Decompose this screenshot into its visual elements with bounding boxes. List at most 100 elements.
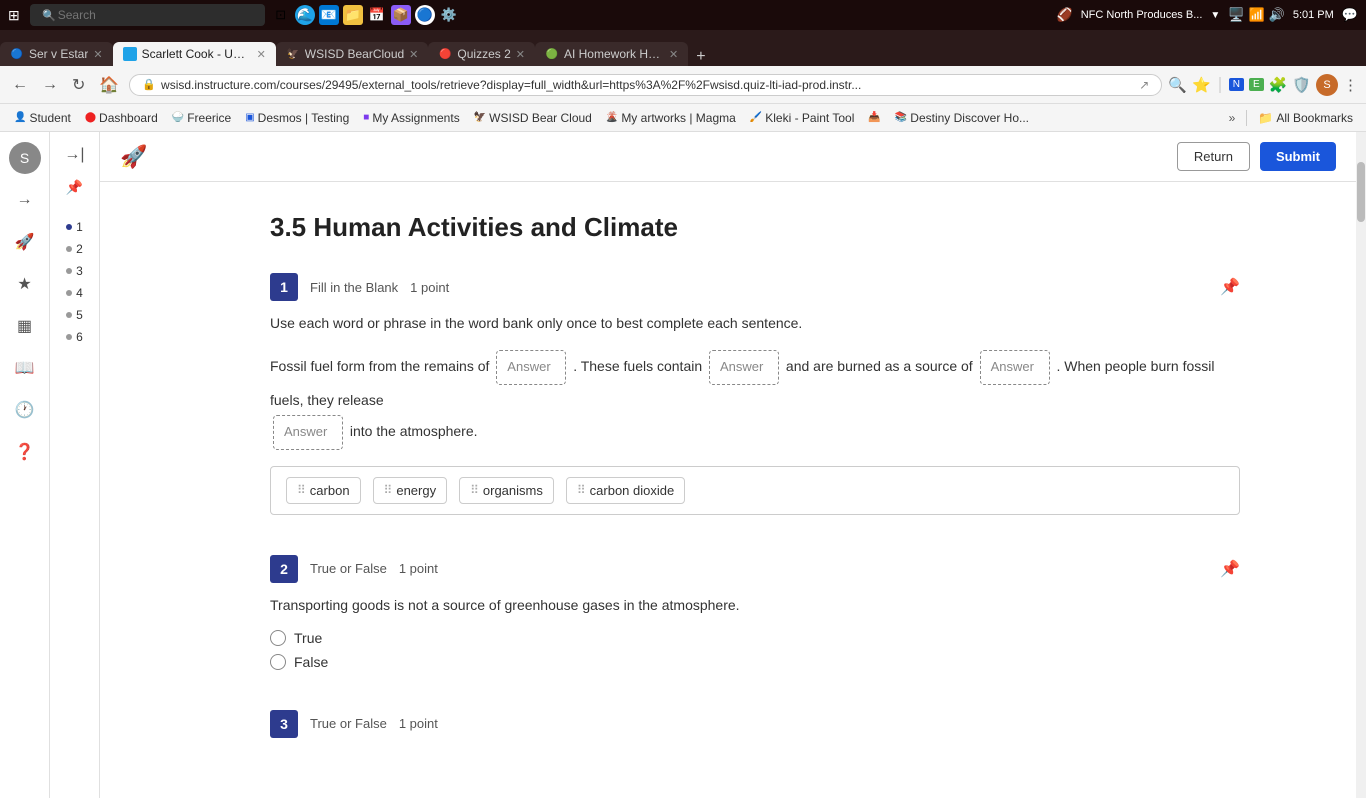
return-button[interactable]: Return [1177,142,1250,171]
nav-collapse-toggle[interactable]: →| [60,142,90,167]
new-tab-button[interactable]: + [688,48,713,66]
taskbar-system-icons: 🖥️📶🔊 [1228,7,1285,23]
q-nav-1[interactable]: 1 [62,218,87,236]
bm-dashboard-icon: ⬤ [85,112,96,123]
bm-destiny2[interactable]: 📚 Destiny Discover Ho... [889,109,1035,127]
bookmarks-more-button[interactable]: » [1224,109,1241,127]
url-box[interactable]: 🔒 wsisd.instructure.com/courses/29495/ex… [129,74,1162,96]
outlook-icon[interactable]: 📧 [319,5,339,25]
bm-student[interactable]: 👤 Student [8,109,77,127]
blank-4[interactable]: Answer [273,415,343,450]
sidebar-icon-help[interactable]: ❓ [9,436,41,468]
chevron-down-icon[interactable]: ▼ [1210,10,1220,21]
q2-radio-false[interactable] [270,654,286,670]
tab4-close[interactable]: ✕ [516,48,525,61]
q2-option-true[interactable]: True [270,630,1240,646]
tab-quizzes2[interactable]: 🔴 Quizzes 2 ✕ [428,42,535,66]
lock-icon: 🔒 [142,78,156,91]
tab3-close[interactable]: ✕ [409,48,418,61]
calendar-icon[interactable]: 📅 [367,5,387,25]
taskbar-search-input[interactable] [30,4,265,26]
sidebar-icon-star[interactable]: ★ [9,268,41,300]
bookmark-star-icon[interactable]: ⭐ [1192,76,1211,94]
sidebar-icon-clock[interactable]: 🕐 [9,394,41,426]
bm-bearcloud[interactable]: 🦅 WSISD Bear Cloud [468,109,598,127]
q1-pin-icon[interactable]: 📌 [1220,277,1240,297]
notification-icon[interactable]: 💬 [1342,7,1358,23]
bm-magma[interactable]: 🌋 My artworks | Magma [600,109,742,127]
nav-pin-icon[interactable]: 📌 [60,175,90,200]
taskbar-app-icons: ⊡ 🌊 📧 📁 📅 📦 🔵 ⚙️ [271,5,459,25]
tab1-label: Ser v Estar [29,47,88,61]
shield-icon[interactable]: 🛡️ [1292,76,1311,94]
sidebar-icon-rocket[interactable]: 🚀 [9,226,41,258]
edge-icon[interactable]: 🌊 [295,5,315,25]
tab-wsisd-bearcloud[interactable]: 🦅 WSISD BearCloud ✕ [276,42,429,66]
question-3-header: 3 True or False 1 point [270,710,1240,738]
forward-button[interactable]: → [38,74,62,96]
q2-number: 2 [280,561,288,577]
q-nav-5[interactable]: 5 [62,306,87,324]
bm-magma-label: My artworks | Magma [621,111,735,125]
q-dot-5 [66,312,72,318]
q-num-label-4: 4 [76,286,83,300]
all-bookmarks-button[interactable]: 📁 All Bookmarks [1253,109,1358,127]
purple-icon[interactable]: 📦 [391,5,411,25]
blank-3[interactable]: Answer [980,350,1050,385]
n-icon: N [1229,78,1244,91]
profile-avatar[interactable]: S [1316,74,1338,96]
tab-ser-v-estar[interactable]: 🔵 Ser v Estar ✕ [0,42,113,66]
q-nav-3[interactable]: 3 [62,262,87,280]
home-button[interactable]: 🏠 [95,73,123,97]
word-chip-carbon[interactable]: ⠿ carbon [286,477,361,504]
sidebar-icon-grid[interactable]: ▦ [9,310,41,342]
quiz-title: 3.5 Human Activities and Climate [270,212,1240,243]
sidebar-icon-book[interactable]: 📖 [9,352,41,384]
tab2-favicon [123,47,137,61]
tab2-label: Scarlett Cook - Unit one test [142,47,252,61]
menu-icon[interactable]: ⋮ [1343,76,1358,94]
user-avatar[interactable]: S [9,142,41,174]
bm-assignments[interactable]: ■ My Assignments [357,109,465,127]
tab2-close[interactable]: ✕ [257,48,266,61]
blank-2[interactable]: Answer [709,350,779,385]
files-icon[interactable]: 📁 [343,5,363,25]
blank-1[interactable]: Answer [496,350,566,385]
reload-button[interactable]: ↻ [68,73,89,97]
bm-desmos[interactable]: ▣ Desmos | Testing [239,109,355,127]
tab-scarlett-cook[interactable]: Scarlett Cook - Unit one test ✕ [113,42,276,66]
tab-ai-homework[interactable]: 🟢 AI Homework Helper | Quiz... ✕ [535,42,688,66]
bm-destiny[interactable]: 📥 [862,110,886,125]
tab1-close[interactable]: ✕ [93,48,102,61]
drag-dots-carbon: ⠿ [297,483,305,497]
task-view-icon[interactable]: ⊡ [271,5,291,25]
windows-icon[interactable]: ⊞ [8,7,20,24]
back-button[interactable]: ← [8,74,32,96]
q2-type: True or False [310,561,387,576]
bm-student-label: Student [29,111,70,125]
search-icon[interactable]: 🔍 [1168,76,1187,94]
word-chip-organisms[interactable]: ⠿ organisms [459,477,554,504]
scroll-thumb[interactable] [1357,162,1365,222]
bm-kleki[interactable]: 🖌️ Kleki - Paint Tool [744,109,861,127]
tab5-close[interactable]: ✕ [669,48,678,61]
q-nav-4[interactable]: 4 [62,284,87,302]
scrollbar[interactable] [1356,132,1366,798]
extensions-icon[interactable]: 🧩 [1269,76,1288,94]
q2-pin-icon[interactable]: 📌 [1220,559,1240,579]
taskbar-search-icon: 🔍 [42,9,56,22]
submit-button[interactable]: Submit [1260,142,1336,171]
bm-dashboard[interactable]: ⬤ Dashboard [79,109,164,127]
bm-freerice[interactable]: 🍚 Freerice [166,109,237,127]
settings-icon[interactable]: ⚙️ [439,5,459,25]
q-num-label-3: 3 [76,264,83,278]
chrome-icon[interactable]: 🔵 [415,5,435,25]
bm-destiny-icon: 📥 [868,112,880,123]
q-nav-6[interactable]: 6 [62,328,87,346]
q-nav-2[interactable]: 2 [62,240,87,258]
sidebar-icon-arrow[interactable]: → [9,184,41,216]
word-chip-energy[interactable]: ⠿ energy [373,477,448,504]
q2-radio-true[interactable] [270,630,286,646]
q2-option-false[interactable]: False [270,654,1240,670]
word-chip-carbon-dioxide[interactable]: ⠿ carbon dioxide [566,477,685,504]
